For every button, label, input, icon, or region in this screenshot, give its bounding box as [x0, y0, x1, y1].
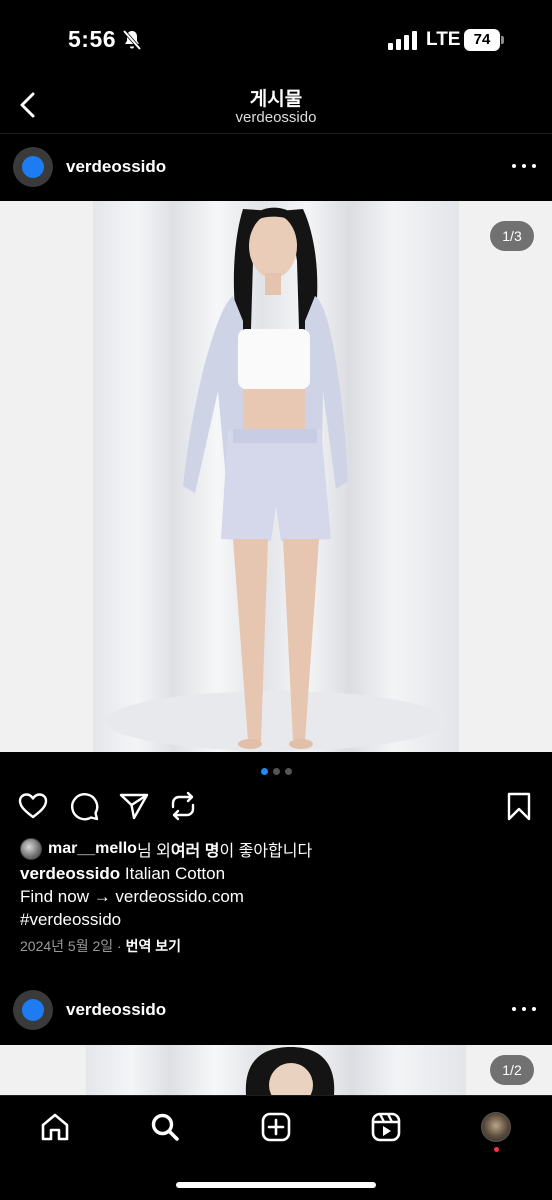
avatar[interactable] — [13, 990, 53, 1030]
paper-plane-icon[interactable] — [118, 790, 150, 822]
avatar-dot — [22, 999, 44, 1021]
bookmark-icon[interactable] — [503, 790, 535, 822]
media-counter: 1/2 — [490, 1055, 534, 1085]
bell-slash-icon — [122, 29, 142, 51]
caption-line-2: Find now → verdeossido.com — [20, 887, 244, 906]
signal-strength-icon — [388, 30, 418, 50]
caption-username[interactable]: verdeossido — [20, 864, 120, 883]
status-time: 5:56 — [68, 26, 117, 52]
post-header: verdeossido — [0, 977, 552, 1043]
more-options-button[interactable] — [512, 1002, 536, 1016]
post-date: 2024년 5월 2일 — [20, 938, 114, 954]
tab-create[interactable] — [259, 1110, 293, 1144]
plus-square-icon — [261, 1112, 291, 1142]
caption-text: Italian Cotton — [120, 864, 226, 883]
more-options-button[interactable] — [512, 159, 536, 173]
avatar — [481, 1112, 511, 1142]
tab-profile[interactable] — [479, 1110, 513, 1144]
nav-header: 게시물 verdeossido — [0, 80, 552, 134]
post-header: verdeossido — [0, 134, 552, 200]
caption-hashtag[interactable]: #verdeossido — [20, 910, 121, 930]
home-indicator[interactable] — [176, 1182, 376, 1188]
likes-summary[interactable]: mar__mello 님 외 여러 명 이 좋아합니다 — [20, 838, 312, 860]
post-photo — [86, 1045, 466, 1095]
reels-icon — [371, 1112, 401, 1142]
post-media[interactable]: 1/2 — [0, 1045, 552, 1095]
notification-dot — [494, 1147, 499, 1152]
post-photo — [93, 201, 459, 752]
post-username[interactable]: verdeossido — [66, 1000, 166, 1020]
page-subtitle: verdeossido — [235, 109, 317, 126]
caption-line-1: verdeossido Italian Cotton — [20, 864, 225, 884]
tab-home[interactable] — [38, 1110, 72, 1144]
media-counter: 1/3 — [490, 221, 534, 251]
avatar-dot — [22, 156, 44, 178]
likes-suffix: 이 좋아합니다 — [219, 843, 313, 860]
carousel-indicator — [0, 768, 552, 775]
comment-icon[interactable] — [68, 790, 100, 822]
likes-text: 님 외 — [136, 843, 171, 860]
search-icon — [151, 1113, 179, 1141]
battery-indicator: 74 — [464, 29, 500, 51]
page-title: 게시물 — [249, 89, 303, 110]
model-figure — [106, 207, 446, 751]
post-actions — [0, 788, 552, 826]
heart-icon[interactable] — [17, 790, 49, 822]
tab-reels[interactable] — [369, 1110, 403, 1144]
date-separator: · — [113, 938, 126, 954]
post-media[interactable]: 1/3 — [0, 201, 552, 752]
liker-avatar — [20, 838, 42, 860]
carousel-dot — [272, 768, 280, 775]
model-head — [245, 1047, 335, 1095]
repost-icon[interactable] — [167, 790, 199, 822]
likes-others[interactable]: 여러 명 — [171, 837, 220, 861]
network-type: LTE — [426, 29, 461, 50]
tab-search[interactable] — [148, 1110, 182, 1144]
avatar[interactable] — [13, 147, 53, 187]
status-bar: 5:56 LTE 74 — [0, 0, 552, 80]
battery-tip — [501, 36, 504, 44]
liker-username[interactable]: mar__mello — [48, 840, 137, 858]
carousel-dot — [284, 768, 292, 775]
translate-link[interactable]: 번역 보기 — [126, 938, 181, 954]
carousel-dot-active — [260, 768, 268, 775]
post-date-row: 2024년 5월 2일 · 번역 보기 — [20, 936, 181, 956]
home-icon — [41, 1113, 69, 1141]
post-username[interactable]: verdeossido — [66, 157, 166, 177]
